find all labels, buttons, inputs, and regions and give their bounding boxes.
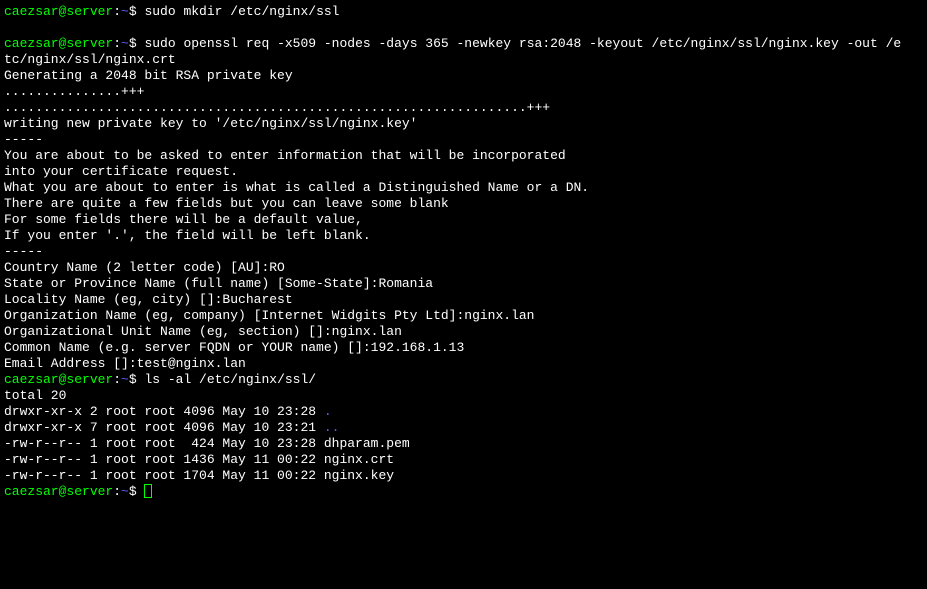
ls-row: -rw-r--r-- 1 root root 1436 May 11 00:22…	[4, 452, 923, 468]
cmd-text: ls -al /etc/nginx/ssl/	[144, 372, 316, 387]
ls-perms: drwxr-xr-x 2 root root 4096 May 10 23:28	[4, 404, 324, 419]
prompt-symbol: $	[129, 4, 145, 19]
output-line: Locality Name (eg, city) []:Bucharest	[4, 292, 923, 308]
prompt-path: ~	[121, 484, 129, 499]
cmd-line-1: caezsar@server:~$ sudo mkdir /etc/nginx/…	[4, 4, 923, 20]
ls-row: -rw-r--r-- 1 root root 424 May 10 23:28 …	[4, 436, 923, 452]
ls-dir-name: ..	[324, 420, 340, 435]
cmd-line-2-wrap: tc/nginx/ssl/nginx.crt	[4, 52, 923, 68]
output-line: -----	[4, 132, 923, 148]
output-line: There are quite a few fields but you can…	[4, 196, 923, 212]
ls-total: total 20	[4, 388, 923, 404]
prompt-sep: :	[113, 4, 121, 19]
cmd-text: sudo openssl req -x509 -nodes -days 365 …	[144, 36, 901, 51]
output-line: into your certificate request.	[4, 164, 923, 180]
output-line: Generating a 2048 bit RSA private key	[4, 68, 923, 84]
output-line: writing new private key to '/etc/nginx/s…	[4, 116, 923, 132]
cmd-line-3: caezsar@server:~$ ls -al /etc/nginx/ssl/	[4, 372, 923, 388]
cmd-line-empty[interactable]: caezsar@server:~$	[4, 484, 923, 500]
output-line: Country Name (2 letter code) [AU]:RO	[4, 260, 923, 276]
ls-row: -rw-r--r-- 1 root root 1704 May 11 00:22…	[4, 468, 923, 484]
output-line: Common Name (e.g. server FQDN or YOUR na…	[4, 340, 923, 356]
ls-row: drwxr-xr-x 7 root root 4096 May 10 23:21…	[4, 420, 923, 436]
prompt-user: caezsar@server	[4, 36, 113, 51]
prompt-sep: :	[113, 36, 121, 51]
blank-line	[4, 20, 923, 36]
prompt-user: caezsar@server	[4, 484, 113, 499]
prompt-user: caezsar@server	[4, 372, 113, 387]
ls-dir-name: .	[324, 404, 332, 419]
cursor-block	[144, 484, 152, 498]
cmd-line-2: caezsar@server:~$ sudo openssl req -x509…	[4, 36, 923, 52]
output-line: -----	[4, 244, 923, 260]
output-line: Email Address []:test@nginx.lan	[4, 356, 923, 372]
prompt-user: caezsar@server	[4, 4, 113, 19]
output-line: State or Province Name (full name) [Some…	[4, 276, 923, 292]
prompt-symbol: $	[129, 484, 145, 499]
prompt-path: ~	[121, 36, 129, 51]
output-line: You are about to be asked to enter infor…	[4, 148, 923, 164]
output-line: ........................................…	[4, 100, 923, 116]
prompt-sep: :	[113, 484, 121, 499]
ls-perms: drwxr-xr-x 7 root root 4096 May 10 23:21	[4, 420, 324, 435]
prompt-symbol: $	[129, 36, 145, 51]
output-line: Organization Name (eg, company) [Interne…	[4, 308, 923, 324]
prompt-path: ~	[121, 4, 129, 19]
output-line: If you enter '.', the field will be left…	[4, 228, 923, 244]
prompt-path: ~	[121, 372, 129, 387]
output-line: ...............+++	[4, 84, 923, 100]
output-line: What you are about to enter is what is c…	[4, 180, 923, 196]
output-line: Organizational Unit Name (eg, section) […	[4, 324, 923, 340]
prompt-sep: :	[113, 372, 121, 387]
ls-row: drwxr-xr-x 2 root root 4096 May 10 23:28…	[4, 404, 923, 420]
cmd-text: sudo mkdir /etc/nginx/ssl	[144, 4, 339, 19]
terminal-output: caezsar@server:~$ sudo mkdir /etc/nginx/…	[4, 4, 923, 500]
output-line: For some fields there will be a default …	[4, 212, 923, 228]
prompt-symbol: $	[129, 372, 145, 387]
